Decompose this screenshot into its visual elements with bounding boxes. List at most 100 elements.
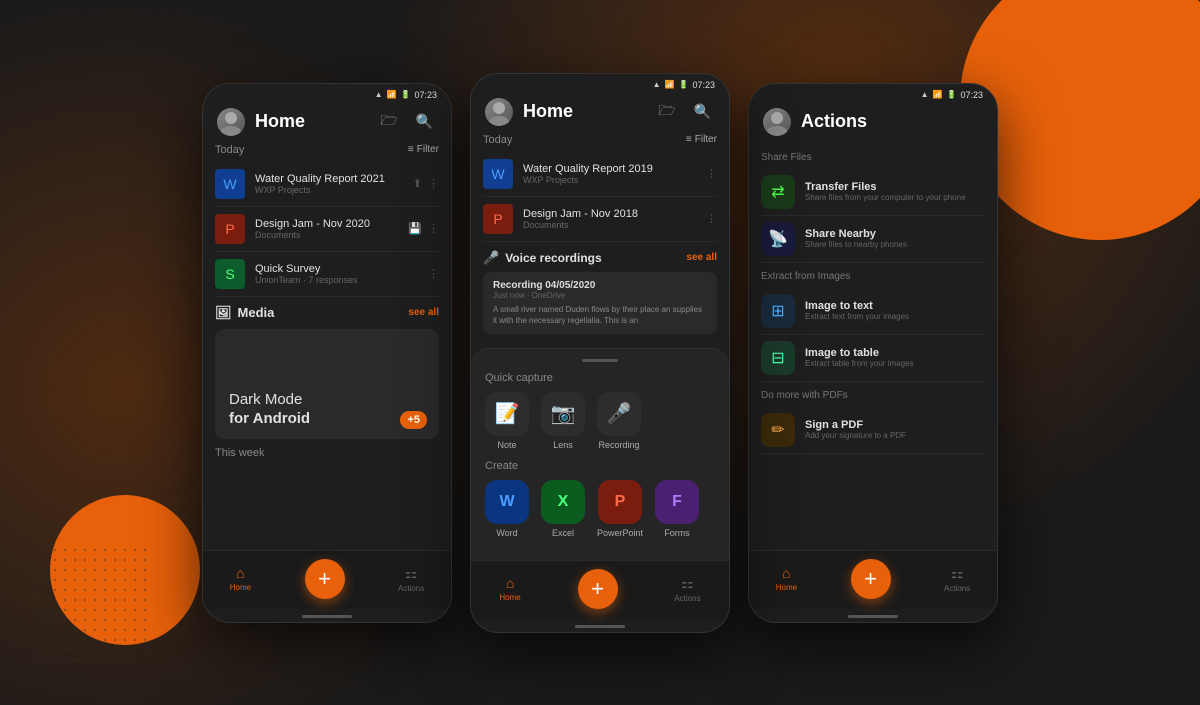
file-sub-m1: WXP Projects (523, 175, 696, 185)
signal-icon: 📶 (387, 90, 397, 99)
ppt-icon-2: P (215, 214, 245, 244)
actions-label-right: Actions (944, 584, 970, 593)
voice-label: Voice recordings (505, 251, 601, 265)
nav-actions-left[interactable]: ⚏ Actions (398, 565, 424, 593)
nav-actions-middle[interactable]: ⚏ Actions (674, 575, 700, 603)
voice-see-all[interactable]: see all (686, 252, 717, 263)
home-indicator-middle (575, 625, 625, 628)
search-icon-middle[interactable]: 🔍 (690, 101, 715, 122)
more-icon-m1[interactable]: ⋮ (706, 167, 717, 180)
status-bar-left: ▲ 📶 🔋 07:23 (203, 84, 451, 102)
this-week-label: This week (215, 447, 439, 459)
lens-icon-wrap: 📷 (541, 392, 585, 436)
fab-right[interactable]: + (851, 559, 891, 599)
fab-icon-right: + (864, 566, 877, 592)
forms-create-label: Forms (664, 528, 690, 538)
sheet-handle (582, 359, 618, 362)
media-section: 🖼 Media see all Dark Mode for Android +5 (215, 305, 439, 439)
nav-back-left (203, 609, 451, 622)
status-bar-middle: ▲ 📶 🔋 07:23 (471, 74, 729, 92)
more-icon-2[interactable]: ⋮ (428, 222, 439, 235)
media-see-all[interactable]: see all (408, 307, 439, 318)
section-today-middle: Today ≡ Filter (483, 134, 717, 146)
search-icon-left[interactable]: 🔍 (412, 111, 437, 132)
status-time-left: 07:23 (414, 90, 437, 100)
img2tbl-icon: ⊟ (761, 341, 795, 375)
recording-title: Recording 04/05/2020 (493, 280, 707, 291)
content-left: Today ≡ Filter W Water Quality Report 20… (203, 144, 451, 550)
file-item-m2[interactable]: P Design Jam - Nov 2018 Documents ⋮ (483, 197, 717, 242)
nav-home-right[interactable]: ⌂ Home (776, 565, 797, 592)
note-icon-wrap: 📝 (485, 392, 529, 436)
mic-icon: 🎤 (483, 250, 499, 266)
create-row: W Word X Excel P PowerPoint F Forms (485, 480, 715, 538)
section-today-left: Today ≡ Filter (215, 144, 439, 156)
home-indicator-left (302, 615, 352, 618)
ppt-create-label: PowerPoint (597, 528, 643, 538)
action-share-nearby[interactable]: 📡 Share Nearby Share files to nearby pho… (761, 216, 985, 263)
status-time-right: 07:23 (960, 90, 983, 100)
bottom-nav-right: ⌂ Home + ⚏ Actions (749, 550, 997, 609)
create-word[interactable]: W Word (485, 480, 529, 538)
folder-icon-middle[interactable]: 🗁 (654, 98, 679, 126)
bottom-nav-middle: ⌂ Home + ⚏ Actions (471, 560, 729, 619)
voice-section: 🎤 Voice recordings see all Recording 04/… (483, 250, 717, 334)
folder-icon-left[interactable]: 🗁 (376, 108, 401, 136)
fab-left[interactable]: + (305, 559, 345, 599)
actions-label-left: Actions (398, 584, 424, 593)
avatar-left (217, 108, 245, 136)
create-ppt[interactable]: P PowerPoint (597, 480, 643, 538)
home-indicator-right (848, 615, 898, 618)
capture-recording[interactable]: 🎤 Recording (597, 392, 641, 450)
filter-button-middle[interactable]: ≡ Filter (686, 134, 717, 145)
fab-icon-left: + (318, 566, 331, 592)
file-item-m1[interactable]: W Water Quality Report 2019 WXP Projects… (483, 152, 717, 197)
home-icon-left: ⌂ (236, 565, 244, 581)
app-title-middle: Home (523, 101, 644, 122)
file-name-m2: Design Jam - Nov 2018 (523, 208, 696, 220)
thumbnail-text-1: Dark Mode (229, 391, 302, 408)
share-nearby-desc: Share files to nearby phones (805, 240, 985, 249)
media-thumbnail[interactable]: Dark Mode for Android +5 (215, 329, 439, 439)
battery-icon-r: 🔋 (947, 90, 957, 99)
create-excel[interactable]: X Excel (541, 480, 585, 538)
file-item-3[interactable]: S Quick Survey UnionTeam · 7 responses ⋮ (215, 252, 439, 297)
phone-left: ▲ 📶 🔋 07:23 Home 🗁 🔍 Today ≡ Filter W Wa… (202, 83, 452, 623)
action-img2tbl[interactable]: ⊟ Image to table Extract table from your… (761, 335, 985, 382)
more-icon-m2[interactable]: ⋮ (706, 212, 717, 225)
file-item-1[interactable]: W Water Quality Report 2021 WXP Projects… (215, 162, 439, 207)
recording-body: A small river named Duden flows by their… (493, 304, 707, 326)
wifi-icon-r: ▲ (921, 90, 929, 99)
more-icon-3[interactable]: ⋮ (428, 267, 439, 280)
file-name-3: Quick Survey (255, 263, 418, 275)
record-icon-wrap: 🎤 (597, 392, 641, 436)
nav-home-middle[interactable]: ⌂ Home (499, 575, 520, 602)
forms-create-icon: F (655, 480, 699, 524)
actions-label-middle: Actions (674, 594, 700, 603)
fab-middle[interactable]: + (578, 569, 618, 609)
action-img2txt[interactable]: ⊞ Image to text Extract text from your i… (761, 288, 985, 335)
img2txt-title: Image to text (805, 300, 985, 312)
create-forms[interactable]: F Forms (655, 480, 699, 538)
word-icon-1: W (215, 169, 245, 199)
file-item-2[interactable]: P Design Jam - Nov 2020 Documents 💾 ⋮ (215, 207, 439, 252)
nav-actions-right[interactable]: ⚏ Actions (944, 565, 970, 593)
nav-home-left[interactable]: ⌂ Home (230, 565, 251, 592)
quick-capture-title: Quick capture (485, 372, 715, 384)
file-name-1: Water Quality Report 2021 (255, 173, 403, 185)
transfer-files-icon: ⇄ (761, 175, 795, 209)
nav-back-right (749, 609, 997, 622)
capture-note[interactable]: 📝 Note (485, 392, 529, 450)
quick-capture-sheet: Quick capture 📝 Note 📷 Lens 🎤 Recording … (471, 348, 729, 560)
battery-icon: 🔋 (401, 90, 411, 99)
app-title-right: Actions (801, 111, 983, 132)
word-icon-m1: W (483, 159, 513, 189)
actions-icon-right: ⚏ (951, 565, 964, 582)
capture-lens[interactable]: 📷 Lens (541, 392, 585, 450)
filter-button-left[interactable]: ≡ Filter (408, 144, 439, 155)
more-icon-1[interactable]: ⋮ (428, 177, 439, 190)
actions-icon-middle: ⚏ (681, 575, 694, 592)
recording-card[interactable]: Recording 04/05/2020 Just now · OneDrive… (483, 272, 717, 334)
action-sign-pdf[interactable]: ✏ Sign a PDF Add your signature to a PDF (761, 407, 985, 454)
action-transfer-files[interactable]: ⇄ Transfer Files Share files from your c… (761, 169, 985, 216)
